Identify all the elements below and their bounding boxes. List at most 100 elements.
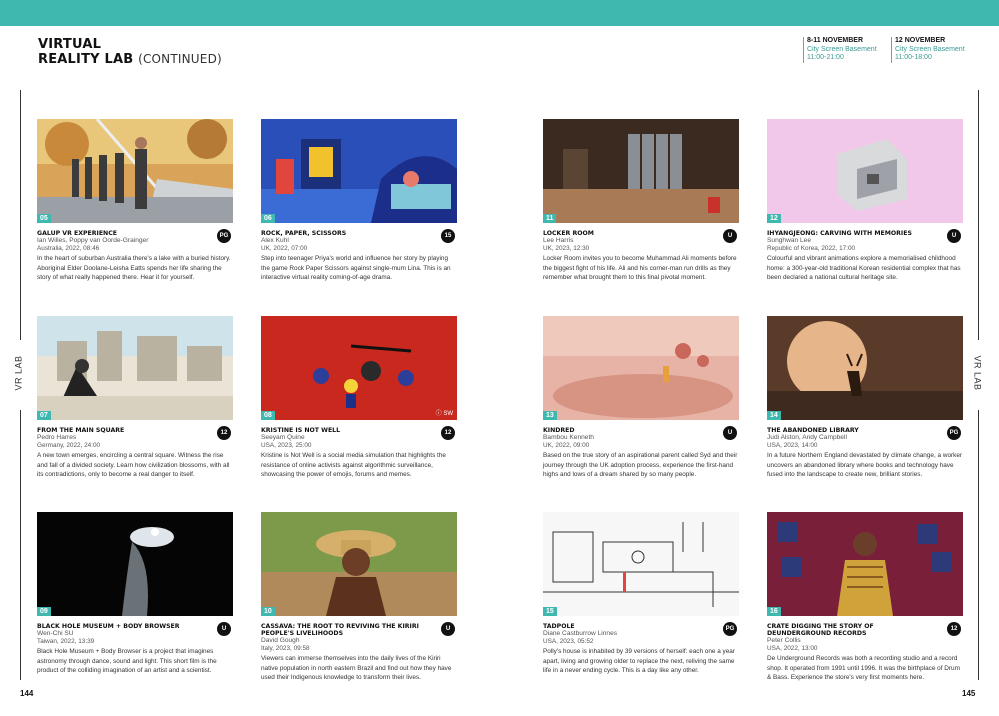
card-meta: UK, 2022, 09:00 bbox=[543, 442, 590, 449]
card-number: 08 bbox=[261, 411, 275, 420]
card-description: Locker Room invites you to become Muhamm… bbox=[543, 255, 737, 282]
schedule-dates: 12 NOVEMBER bbox=[895, 37, 946, 44]
card-title: LOCKER ROOM bbox=[543, 230, 594, 237]
card-number: 15 bbox=[543, 607, 557, 616]
drawing-kitchen-sketch bbox=[543, 512, 739, 616]
card-description: Kristine is Not Well is a social media s… bbox=[261, 452, 446, 479]
rating-badge: 12 bbox=[441, 426, 455, 440]
render-pink-dreamscape bbox=[543, 316, 739, 420]
card-meta: USA, 2023, 25:00 bbox=[261, 442, 312, 449]
card-title: FROM THE MAIN SQUARE bbox=[37, 427, 125, 434]
card-credit: Bambou Kenneth bbox=[543, 434, 594, 441]
rating-badge: U bbox=[723, 426, 737, 440]
program-card[interactable]: 16 CRATE DIGGING THE STORY OF DEUNDERGRO… bbox=[767, 512, 963, 683]
illustration-town-square bbox=[37, 316, 233, 420]
card-title: KRISTINE IS NOT WELL bbox=[261, 427, 341, 434]
program-card[interactable]: 09 BLACK HOLE MUSEUM + BODY BROWSER U We… bbox=[37, 512, 233, 676]
card-image: 05 bbox=[37, 119, 233, 223]
card-meta: Taiwan, 2022, 13:39 bbox=[37, 638, 95, 645]
left-rule-bottom bbox=[20, 410, 21, 680]
title-line2: REALITY LAB bbox=[38, 52, 134, 67]
rating-badge: U bbox=[441, 622, 455, 636]
rating-badge: PG bbox=[723, 622, 737, 636]
program-card[interactable]: 13 KINDRED U Bambou Kenneth UK, 2022, 09… bbox=[543, 316, 739, 480]
card-number: 12 bbox=[767, 214, 781, 223]
card-description: Based on the true story of an aspiration… bbox=[543, 452, 738, 479]
card-description: Polly's house is inhabited by 39 version… bbox=[543, 648, 735, 675]
card-header: LOCKER ROOM U bbox=[543, 229, 739, 243]
schedule-venue: City Screen Basement bbox=[895, 45, 965, 53]
illustration-red-characters bbox=[261, 316, 457, 420]
card-header: FROM THE MAIN SQUARE 12 bbox=[37, 426, 233, 440]
program-card[interactable]: 08 ⓘ SW KRISTINE IS NOT WELL 12 Seeyam Q… bbox=[261, 316, 457, 480]
program-card[interactable]: 07 FROM THE MAIN SQUARE 12 Pedro Harres … bbox=[37, 316, 233, 480]
rating-badge: U bbox=[217, 622, 231, 636]
card-image: 16 bbox=[767, 512, 963, 616]
card-title: KINDRED bbox=[543, 427, 575, 434]
card-image: 09 bbox=[37, 512, 233, 616]
card-title: ROCK, PAPER, SCISSORS bbox=[261, 230, 347, 237]
schedule-times: 11:00-18:00 bbox=[895, 54, 932, 61]
brochure-spread: VIRTUAL REALITY LAB (CONTINUED) 8-11 NOV… bbox=[0, 0, 999, 716]
program-card[interactable]: 05 GALUP VR EXPERIENCE PG Ian Willes, Po… bbox=[37, 119, 233, 283]
program-card[interactable]: 14 THE ABANDONED LIBRARY PG Judi Alston,… bbox=[767, 316, 963, 480]
page-number-left: 144 bbox=[20, 689, 34, 698]
card-credit: Diane Castburrow Linnes bbox=[543, 630, 618, 637]
left-rule-top bbox=[20, 90, 21, 340]
card-image: 06 bbox=[261, 119, 457, 223]
card-credit: Seeyam Quine bbox=[261, 434, 305, 441]
title-line1: VIRTUAL bbox=[38, 37, 102, 52]
card-number: 09 bbox=[37, 607, 51, 616]
card-description: Step into teenager Priya's world and inf… bbox=[261, 255, 451, 282]
card-image: 13 bbox=[543, 316, 739, 420]
side-label-right: VR LAB bbox=[972, 355, 983, 391]
program-card[interactable]: 06 ROCK, PAPER, SCISSORS 15 Alex Kuhl UK… bbox=[261, 119, 457, 283]
card-credit: Pedro Harres bbox=[37, 434, 77, 441]
schedule-block-1: 8-11 NOVEMBER City Screen Basement 11:00… bbox=[803, 37, 877, 63]
card-image: 10 bbox=[261, 512, 457, 616]
card-title: IHYANGJEONG: CARVING WITH MEMORIES bbox=[767, 230, 912, 237]
rating-badge: PG bbox=[217, 229, 231, 243]
illustration-floating-house bbox=[767, 119, 963, 223]
card-description: In a future Northern England devastated … bbox=[767, 452, 963, 479]
program-card[interactable]: 12 IHYANGJEONG: CARVING WITH MEMORIES U … bbox=[767, 119, 963, 283]
right-rule-bottom bbox=[978, 410, 979, 680]
rating-badge: U bbox=[947, 229, 961, 243]
illustration-bedroom bbox=[261, 119, 457, 223]
card-number: 10 bbox=[261, 607, 275, 616]
card-header: GALUP VR EXPERIENCE PG bbox=[37, 229, 233, 243]
card-number: 05 bbox=[37, 214, 51, 223]
card-header: ROCK, PAPER, SCISSORS 15 bbox=[261, 229, 457, 243]
card-credit: Lee Harris bbox=[543, 237, 574, 244]
render-forest-stag bbox=[767, 316, 963, 420]
side-label-left: VR LAB bbox=[13, 355, 24, 391]
card-title: CASSAVA: THE ROOT TO REVIVING THE KIRIRI… bbox=[261, 623, 419, 637]
card-title: THE ABANDONED LIBRARY bbox=[767, 427, 859, 434]
program-card[interactable]: 11 LOCKER ROOM U Lee Harris UK, 2023, 12… bbox=[543, 119, 739, 283]
schedule-dates: 8-11 NOVEMBER bbox=[807, 37, 864, 44]
render-locker-room bbox=[543, 119, 739, 223]
title-suffix: (CONTINUED) bbox=[138, 52, 222, 66]
card-credit: Ian Willes, Poppy van Oorde-Grainger bbox=[37, 237, 149, 244]
photo-dancer-dark bbox=[37, 512, 233, 616]
card-header: CRATE DIGGING THE STORY OF DEUNDERGROUND… bbox=[767, 622, 963, 637]
card-meta: Italy, 2023, 09:58 bbox=[261, 645, 310, 652]
card-number: 16 bbox=[767, 607, 781, 616]
program-card[interactable]: 15 TADPOLE PG Diane Castburrow Linnes US… bbox=[543, 512, 739, 676]
card-meta: UK, 2023, 12:30 bbox=[543, 245, 590, 252]
card-image: 12 bbox=[767, 119, 963, 223]
card-meta: Germany, 2022, 24:00 bbox=[37, 442, 101, 449]
top-accent-bar bbox=[0, 0, 999, 26]
card-image: 15 bbox=[543, 512, 739, 616]
program-card[interactable]: 10 CASSAVA: THE ROOT TO REVIVING THE KIR… bbox=[261, 512, 457, 683]
rating-badge: 12 bbox=[947, 622, 961, 636]
card-description: In the heart of suburban Australia there… bbox=[37, 255, 231, 282]
card-number: 06 bbox=[261, 214, 275, 223]
card-number: 11 bbox=[543, 214, 557, 223]
right-rule-top bbox=[978, 90, 979, 340]
card-header: KINDRED U bbox=[543, 426, 739, 440]
page-title: VIRTUAL REALITY LAB (CONTINUED) bbox=[38, 38, 222, 67]
card-header: THE ABANDONED LIBRARY PG bbox=[767, 426, 963, 440]
card-description: De Underground Records was both a record… bbox=[767, 655, 960, 682]
card-image: 11 bbox=[543, 119, 739, 223]
